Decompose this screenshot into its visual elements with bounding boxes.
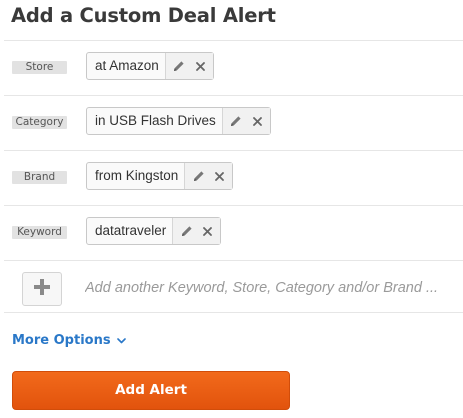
add-criteria-button[interactable] bbox=[22, 272, 62, 306]
chip-actions bbox=[221, 108, 270, 134]
criteria-label-keyword: Keyword bbox=[12, 226, 67, 239]
close-icon[interactable] bbox=[213, 170, 226, 183]
pencil-icon[interactable] bbox=[230, 115, 243, 128]
criteria-value: from Kingston bbox=[95, 168, 179, 183]
pencil-icon[interactable] bbox=[180, 225, 193, 238]
criteria-chip-store: at Amazon bbox=[86, 52, 214, 80]
criteria-value: in USB Flash Drives bbox=[95, 113, 216, 128]
add-criteria-input[interactable]: Add another Keyword, Store, Category and… bbox=[85, 280, 457, 296]
chip-actions bbox=[184, 163, 233, 189]
criteria-label-store: Store bbox=[12, 61, 67, 74]
add-criteria-row: Add another Keyword, Store, Category and… bbox=[4, 260, 463, 313]
chip-actions bbox=[172, 218, 221, 244]
add-alert-button[interactable]: Add Alert bbox=[12, 371, 290, 410]
criteria-list: Store at Amazon Category in USB Flash Dr… bbox=[0, 40, 463, 313]
chevron-down-icon bbox=[116, 333, 126, 348]
criteria-chip-keyword: datatraveler bbox=[86, 217, 222, 245]
criteria-row-keyword: Keyword datatraveler bbox=[4, 205, 463, 260]
criteria-label-category: Category bbox=[12, 116, 67, 129]
criteria-value: datatraveler bbox=[95, 223, 167, 238]
more-options-label: More Options bbox=[12, 333, 111, 348]
criteria-chip-brand: from Kingston bbox=[86, 162, 234, 190]
criteria-row-category: Category in USB Flash Drives bbox=[4, 95, 463, 150]
chip-actions bbox=[164, 53, 213, 79]
close-icon[interactable] bbox=[251, 115, 264, 128]
more-options-link[interactable]: More Options bbox=[12, 333, 126, 348]
criteria-label-brand: Brand bbox=[12, 171, 67, 184]
close-icon[interactable] bbox=[194, 60, 207, 73]
criteria-value: at Amazon bbox=[95, 58, 159, 73]
criteria-chip-category: in USB Flash Drives bbox=[86, 107, 271, 135]
page-title: Add a Custom Deal Alert bbox=[11, 4, 276, 27]
pencil-icon[interactable] bbox=[173, 60, 186, 73]
criteria-row-store: Store at Amazon bbox=[4, 40, 463, 95]
close-icon[interactable] bbox=[201, 225, 214, 238]
criteria-row-brand: Brand from Kingston bbox=[4, 150, 463, 205]
pencil-icon[interactable] bbox=[192, 170, 205, 183]
plus-icon bbox=[33, 278, 51, 300]
